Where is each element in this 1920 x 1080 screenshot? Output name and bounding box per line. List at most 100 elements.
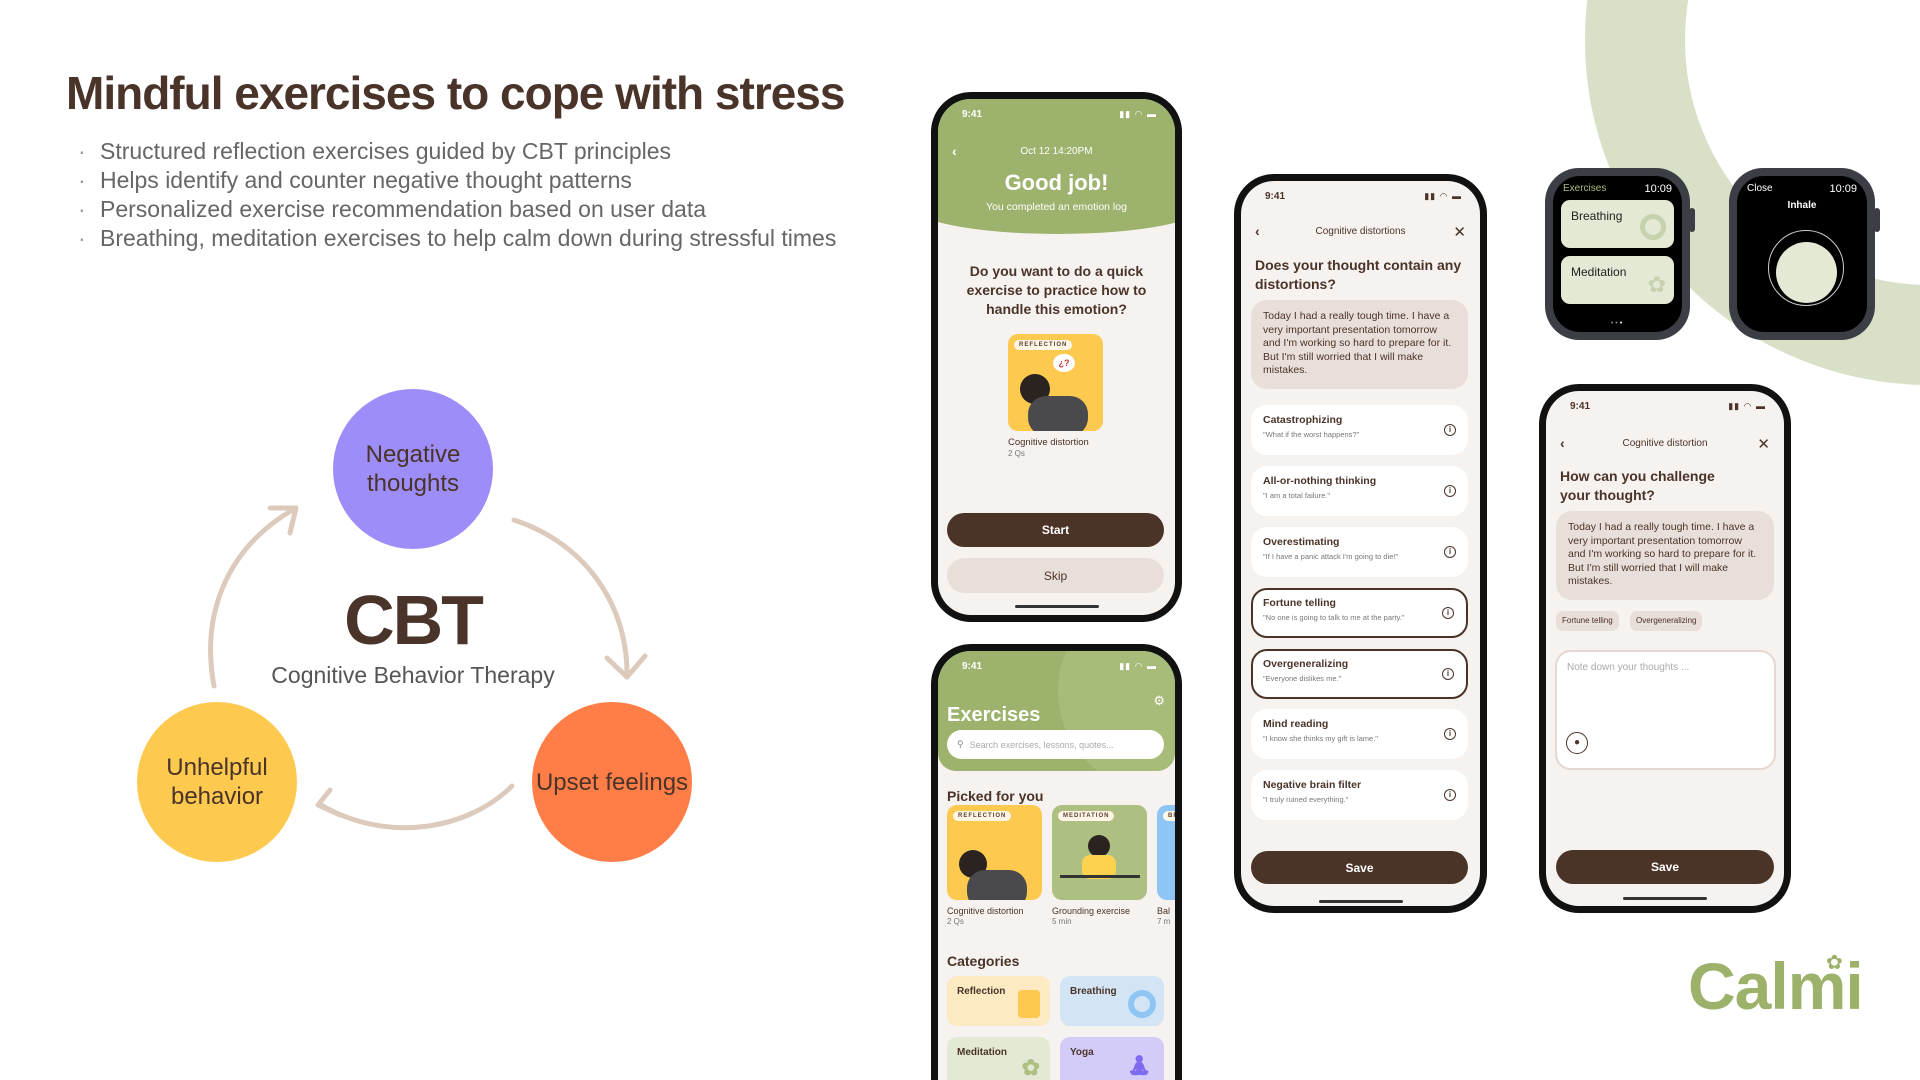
close-icon[interactable]: ✕ [1453, 223, 1466, 241]
watch-item-breathing[interactable]: Breathing [1561, 200, 1674, 248]
card-meta: 5 min [1052, 917, 1072, 926]
illustration-body [967, 870, 1027, 900]
search-icon: ⚲ [957, 739, 964, 749]
textarea-placeholder: Note down your thoughts ... [1567, 662, 1690, 673]
notebook-icon [1018, 990, 1040, 1018]
logo-leaf-icon: ✿ [1826, 952, 1843, 974]
option-example: "If I have a panic attack I'm going to d… [1263, 552, 1399, 561]
status-icons: ▮▮ ◠ ▬ [1728, 401, 1766, 411]
distortion-chip[interactable]: Fortune telling [1556, 611, 1619, 631]
node-upset-feelings: Upset feelings [532, 702, 692, 862]
status-icons: ▮▮ ◠ ▬ [1119, 661, 1157, 671]
info-icon[interactable]: i [1444, 424, 1456, 436]
watch-time: 10:09 [1644, 183, 1672, 195]
watch-breathing: Close 10:09 Inhale [1729, 168, 1875, 340]
settings-icon[interactable]: ⚙ [1153, 693, 1165, 709]
skip-button[interactable]: Skip [947, 558, 1164, 593]
home-indicator [1014, 605, 1099, 608]
option-name: Fortune telling [1263, 597, 1336, 609]
category-reflection[interactable]: Reflection [947, 976, 1050, 1026]
picked-card[interactable]: MEDITATION [1052, 805, 1147, 900]
option-example: "I truly ruined everything." [1263, 795, 1349, 804]
save-button[interactable]: Save [1556, 850, 1774, 884]
info-icon[interactable]: i [1444, 728, 1456, 740]
distortion-option[interactable]: Overgeneralizing "Everyone dislikes me." i [1251, 649, 1468, 699]
item-label: Breathing [1571, 209, 1623, 223]
lotus-icon: ✿ [1647, 272, 1666, 297]
home-indicator [1318, 900, 1403, 903]
card-tag: MEDITATION [1058, 811, 1115, 821]
microphone-icon[interactable]: ● [1566, 732, 1588, 754]
card-title: Grounding exercise [1052, 906, 1131, 916]
exercise-card[interactable]: REFLECTION ¿? [1008, 334, 1103, 431]
option-name: Catastrophizing [1263, 414, 1343, 426]
node-unhelpful-behavior: Unhelpful behavior [137, 702, 297, 862]
category-meditation[interactable]: Meditation ✿ [947, 1037, 1050, 1080]
category-breathing[interactable]: Breathing [1060, 976, 1164, 1026]
close-button[interactable]: Close [1747, 183, 1773, 194]
breath-phase: Inhale [1787, 200, 1817, 211]
node-negative-thoughts: Negative thoughts [333, 389, 493, 549]
save-button[interactable]: Save [1251, 851, 1468, 884]
option-example: "What if the worst happens?" [1263, 430, 1360, 439]
status-icons: ▮▮ ◠ ▬ [1119, 109, 1157, 119]
start-button[interactable]: Start [947, 513, 1164, 547]
info-icon[interactable]: i [1444, 485, 1456, 497]
watch-item-meditation[interactable]: Meditation ✿ [1561, 256, 1674, 304]
card-tag: REFLECTION [1014, 340, 1073, 350]
distortion-option[interactable]: Mind reading "I know she thinks my gift i… [1251, 709, 1468, 759]
digital-crown [1874, 208, 1880, 232]
category-label: Yoga [1070, 1047, 1094, 1058]
arrow-head [315, 787, 343, 818]
distortion-chip[interactable]: Overgeneralizing [1630, 611, 1703, 631]
search-placeholder: Search exercises, lessons, quotes... [969, 739, 1114, 750]
phone-emotion-complete: 9:41 ▮▮ ◠ ▬ ‹ Oct 12 14:20PM Good job! Y… [931, 92, 1182, 622]
screen-title: Exercises [947, 704, 1041, 726]
card-tag: BR [1163, 811, 1175, 821]
option-name: Overestimating [1263, 536, 1340, 548]
arrow-feelings-to-behavior [318, 783, 515, 831]
ring-icon [1128, 990, 1156, 1018]
card-meta: 7 m [1157, 917, 1171, 926]
screen-header: Cognitive distortions [1315, 226, 1406, 237]
distortion-option[interactable]: Overestimating "If I have a panic attack … [1251, 527, 1468, 577]
picked-title: Picked for you [947, 788, 1044, 804]
search-input[interactable]: ⚲ Search exercises, lessons, quotes... [947, 730, 1164, 759]
card-title: Cognitive distortion [1008, 437, 1089, 448]
item-label: Meditation [1571, 265, 1627, 279]
category-label: Meditation [957, 1047, 1007, 1058]
status-time: 9:41 [1265, 191, 1286, 202]
card-title: Cognitive distortion [947, 906, 1024, 916]
option-name: Negative brain filter [1263, 779, 1362, 791]
ring-icon [1640, 214, 1666, 240]
option-name: Overgeneralizing [1263, 658, 1349, 670]
thoughts-textarea[interactable]: Note down your thoughts ... ● [1555, 650, 1776, 770]
info-icon[interactable]: i [1444, 789, 1456, 801]
option-name: Mind reading [1263, 718, 1329, 730]
exercise-question: Do you want to do a quick exercise to pr… [966, 263, 1147, 317]
status-time: 9:41 [1570, 401, 1591, 412]
info-icon[interactable]: i [1442, 607, 1454, 619]
heading: Good job! [1004, 170, 1109, 195]
distortion-option[interactable]: All-or-nothing thinking "I am a total fai… [1251, 466, 1468, 516]
info-icon[interactable]: i [1442, 668, 1454, 680]
phone-exercises: 9:41 ▮▮ ◠ ▬ ⚙ Exercises ⚲ Search exercis… [931, 644, 1182, 1080]
distortion-option[interactable]: Fortune telling "No one is going to talk … [1251, 588, 1468, 638]
close-icon[interactable]: ✕ [1757, 435, 1770, 453]
category-yoga[interactable]: Yoga 🧘︎ [1060, 1037, 1164, 1080]
picked-card[interactable]: REFLECTION [947, 805, 1042, 900]
yoga-icon: 🧘︎ [1126, 1055, 1152, 1077]
picked-card[interactable]: BR [1157, 805, 1175, 900]
cbt-subtitle: Cognitive Behavior Therapy [271, 662, 555, 688]
breath-circle [1776, 242, 1837, 303]
distortion-option[interactable]: Negative brain filter "I truly ruined eve… [1251, 770, 1468, 820]
question: Does your thought contain any distortion… [1255, 257, 1462, 292]
info-icon[interactable]: i [1444, 546, 1456, 558]
distortion-option[interactable]: Catastrophizing "What if the worst happen… [1251, 405, 1468, 455]
status-time: 9:41 [962, 109, 983, 120]
cbt-title: CBT [344, 581, 484, 659]
thought-text: Today I had a really tough time. I have … [1556, 511, 1774, 600]
option-example: "I am a total failure." [1263, 491, 1331, 500]
question: How can you challenge your thought? [1560, 468, 1715, 503]
watch-title: Exercises [1563, 183, 1607, 194]
